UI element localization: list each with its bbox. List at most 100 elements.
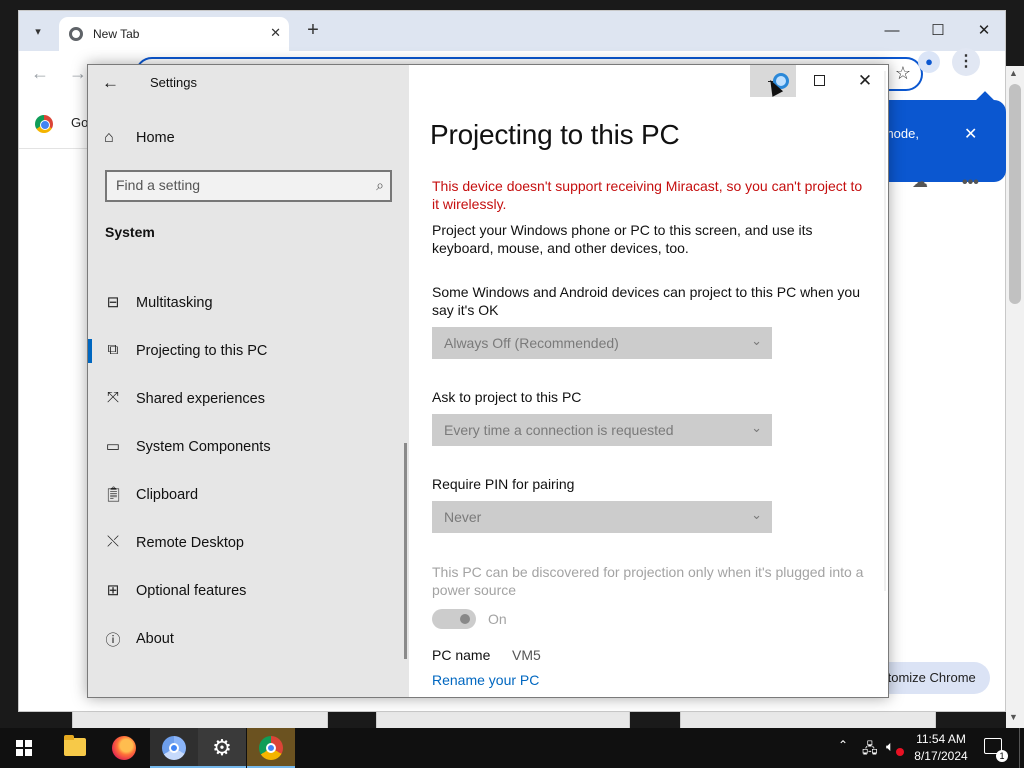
- nav-scrollbar[interactable]: [404, 443, 407, 659]
- chrome-close-button[interactable]: ✕: [969, 19, 999, 43]
- muted-badge-icon: [896, 748, 904, 756]
- content-scrollbar[interactable]: [884, 71, 886, 591]
- nav-item-system-components[interactable]: ▭ System Components: [88, 427, 409, 467]
- nav-item-label: System Components: [136, 439, 271, 455]
- shortcut-tile[interactable]: [680, 712, 936, 728]
- tab-search-button[interactable]: ▾: [25, 19, 51, 43]
- nav-item-label: About: [136, 631, 174, 647]
- scroll-up-icon[interactable]: ▲: [1009, 68, 1018, 78]
- chrome-favicon-icon: [69, 27, 83, 41]
- page-description: Project your Windows phone or PC to this…: [432, 222, 813, 256]
- tab-title: New Tab: [93, 27, 140, 41]
- ask-to-project-label: Ask to project to this PC: [432, 389, 582, 405]
- settings-taskbar-button[interactable]: ⚙: [198, 728, 246, 768]
- gear-icon: ⚙: [212, 735, 232, 760]
- nav-item-projecting[interactable]: ⧉ Projecting to this PC: [88, 331, 409, 371]
- about-icon: ⓘ: [105, 632, 121, 649]
- file-explorer-button[interactable]: [50, 728, 98, 768]
- chevron-down-icon: ⌄: [751, 333, 762, 348]
- projection-availability-dropdown[interactable]: Always Off (Recommended) ⌄: [432, 327, 772, 359]
- nav-item-optional-features[interactable]: ⊞ Optional features: [88, 571, 409, 611]
- forward-arrow-icon[interactable]: →: [69, 63, 87, 84]
- nav-item-label: Remote Desktop: [136, 535, 244, 551]
- chrome-minimize-button[interactable]: —: [877, 19, 907, 43]
- tab-close-icon[interactable]: ✕: [270, 25, 281, 41]
- nav-item-about[interactable]: ⓘ About: [88, 619, 409, 659]
- chrome-taskbar-button-2[interactable]: [247, 728, 295, 768]
- optional-features-icon: ⊞: [106, 582, 120, 599]
- popup-close-icon[interactable]: ✕: [964, 124, 977, 144]
- nav-section-title: System: [105, 224, 155, 240]
- shared-experiences-icon: ⤧: [106, 389, 119, 406]
- dropdown-value: Every time a connection is requested: [444, 422, 674, 438]
- toggle-state-label: On: [488, 611, 507, 627]
- show-desktop-button[interactable]: [1019, 728, 1024, 768]
- remote-desktop-icon: ⤬: [106, 533, 119, 550]
- clock-time[interactable]: 11:54 AM: [914, 732, 968, 746]
- volume-icon[interactable]: 🔈︎: [886, 738, 894, 755]
- nav-item-remote-desktop[interactable]: ⤬ Remote Desktop: [88, 523, 409, 563]
- power-source-toggle[interactable]: [432, 609, 476, 629]
- nav-item-label: Projecting to this PC: [136, 343, 268, 359]
- chrome-taskbar-button[interactable]: [150, 728, 198, 768]
- dropdown-value: Never: [444, 509, 482, 525]
- start-button[interactable]: [0, 728, 48, 768]
- new-tab-button[interactable]: +: [301, 19, 325, 42]
- page-title: Projecting to this PC: [430, 119, 680, 150]
- nav-item-label: Multitasking: [136, 295, 213, 311]
- projection-availability-label: Some Windows and Android devices can pro…: [432, 284, 861, 318]
- search-icon[interactable]: ⌕: [376, 177, 384, 194]
- network-icon[interactable]: 🖧︎: [862, 738, 878, 762]
- google-favicon-icon: [35, 115, 53, 133]
- scroll-down-icon[interactable]: ▼: [1009, 712, 1018, 722]
- clipboard-icon: 📋︎: [104, 486, 124, 503]
- profile-icon[interactable]: ●: [918, 51, 940, 73]
- search-input[interactable]: [116, 177, 356, 193]
- maximize-button[interactable]: [796, 65, 842, 97]
- scrollbar-thumb[interactable]: [1009, 84, 1021, 304]
- clock-date[interactable]: 8/17/2024: [910, 749, 972, 763]
- chevron-down-icon: ⌄: [751, 507, 762, 522]
- nav-item-shared-experiences[interactable]: ⤧ Shared experiences: [88, 379, 409, 419]
- shortcut-tile[interactable]: [376, 712, 630, 728]
- bookmark-star-icon[interactable]: ☆: [895, 63, 911, 84]
- nav-home-label: Home: [136, 130, 175, 146]
- power-source-text: This PC can be discovered for projection…: [432, 564, 864, 598]
- pc-name-label: PC name: [432, 647, 491, 663]
- more-options-icon[interactable]: •••: [962, 174, 979, 192]
- folder-icon: [64, 735, 86, 756]
- shortcut-tile[interactable]: [72, 712, 328, 728]
- edit-shortcut-icon[interactable]: ☁: [912, 172, 928, 192]
- chrome-tab-strip: ▾ New Tab ✕ + — ☐ ✕: [19, 11, 1005, 51]
- dropdown-value: Always Off (Recommended): [444, 335, 619, 351]
- chevron-up-icon[interactable]: ⌃: [838, 738, 848, 752]
- home-icon: ⌂: [104, 129, 114, 146]
- nav-item-label: Optional features: [136, 583, 247, 599]
- ask-to-project-dropdown[interactable]: Every time a connection is requested ⌄: [432, 414, 772, 446]
- multitasking-icon: ⊟: [106, 294, 120, 311]
- toggle-knob: [460, 614, 470, 624]
- back-arrow-icon[interactable]: ←: [31, 63, 49, 84]
- require-pin-label: Require PIN for pairing: [432, 476, 575, 492]
- back-arrow-icon[interactable]: ←: [102, 73, 124, 93]
- chrome-tab-new-tab[interactable]: New Tab ✕: [59, 17, 289, 51]
- close-button[interactable]: ✕: [842, 65, 888, 97]
- chrome-maximize-button[interactable]: ☐: [923, 19, 953, 43]
- require-pin-dropdown[interactable]: Never ⌄: [432, 501, 772, 533]
- nav-home[interactable]: ⌂ Home: [88, 123, 409, 155]
- settings-window: ← Settings ⌂ Home ⌕ System ⊟ Multitaskin…: [87, 64, 889, 698]
- chrome-icon: [259, 736, 283, 760]
- nav-item-multitasking[interactable]: ⊟ Multitasking: [88, 283, 409, 323]
- chrome-menu-icon[interactable]: ⋮: [952, 48, 980, 76]
- firefox-button[interactable]: [100, 728, 148, 768]
- bookmark-label[interactable]: Go: [71, 115, 88, 130]
- firefox-icon: [112, 736, 136, 760]
- chrome-icon: [162, 736, 186, 760]
- windows-logo-icon: [16, 740, 32, 756]
- rename-pc-link[interactable]: Rename your PC: [432, 672, 539, 688]
- nav-item-clipboard[interactable]: 📋︎ Clipboard: [88, 475, 409, 515]
- nav-item-label: Shared experiences: [136, 391, 265, 407]
- settings-app-title: Settings: [150, 75, 197, 90]
- search-box[interactable]: ⌕: [105, 170, 392, 202]
- settings-content: Projecting to this PC This device doesn'…: [409, 65, 888, 697]
